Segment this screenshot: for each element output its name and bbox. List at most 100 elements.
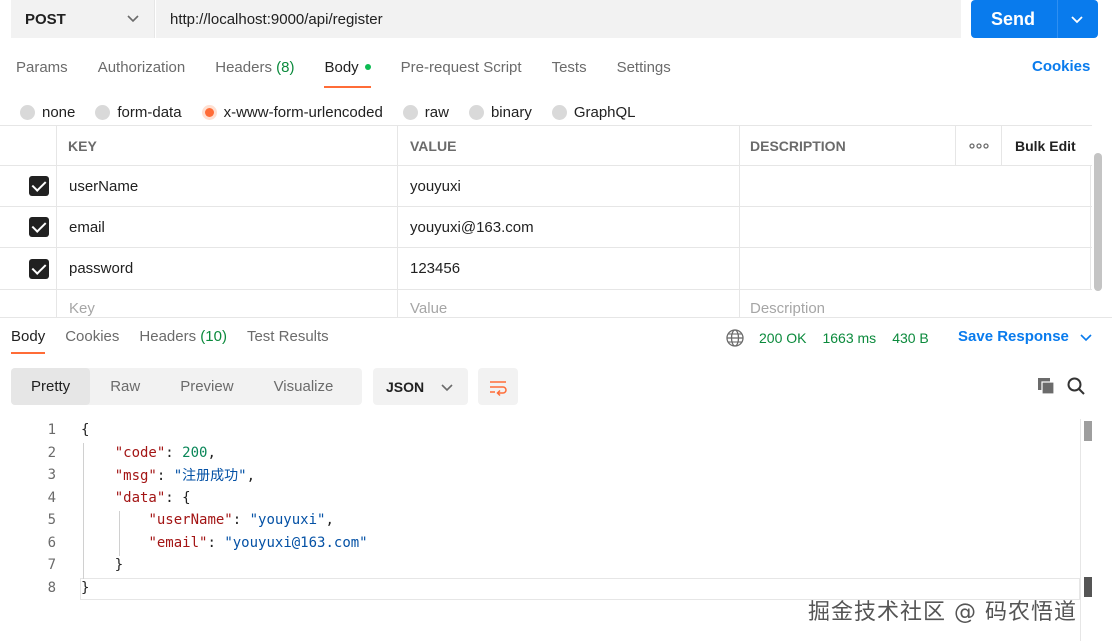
body-type-radio-group: none form-data x-www-form-urlencoded raw… bbox=[20, 104, 656, 121]
view-preview[interactable]: Preview bbox=[160, 368, 253, 405]
tab-pre-request-script[interactable]: Pre-request Script bbox=[401, 58, 522, 88]
method-label: POST bbox=[25, 10, 66, 28]
editor-scrollbar[interactable] bbox=[1084, 421, 1092, 441]
radio-button[interactable] bbox=[95, 105, 111, 120]
code-line: 4 "data": { bbox=[47, 490, 191, 506]
code-line: 5 "userName": "youyuxi", bbox=[47, 512, 334, 528]
code-line: 2 "code": 200, bbox=[47, 445, 216, 461]
divider bbox=[955, 126, 956, 166]
radio-raw[interactable]: raw bbox=[402, 104, 449, 121]
format-label: JSON bbox=[386, 378, 425, 395]
tab-authorization[interactable]: Authorization bbox=[98, 58, 186, 88]
url-text: http://localhost:9000/api/register bbox=[170, 10, 383, 28]
editor-scroll-marker bbox=[1084, 577, 1092, 597]
send-button[interactable]: Send bbox=[971, 0, 1098, 38]
column-header-value: VALUE bbox=[410, 137, 457, 154]
tab-tests[interactable]: Tests bbox=[552, 58, 587, 88]
headers-count: (8) bbox=[276, 59, 295, 76]
response-size[interactable]: 430 B bbox=[892, 330, 929, 346]
wrap-lines-button[interactable] bbox=[478, 368, 518, 405]
key-cell[interactable]: userName bbox=[69, 166, 138, 206]
table-row-empty: Key Value Description bbox=[0, 290, 1092, 318]
column-header-description: DESCRIPTION bbox=[750, 137, 846, 154]
view-visualize[interactable]: Visualize bbox=[254, 368, 354, 405]
column-header-key: KEY bbox=[68, 137, 97, 154]
tab-test-results[interactable]: Test Results bbox=[247, 328, 329, 352]
response-time[interactable]: 1663 ms bbox=[822, 330, 876, 346]
row-checkbox[interactable] bbox=[29, 248, 49, 289]
more-icon[interactable] bbox=[969, 126, 989, 165]
row-checkbox[interactable] bbox=[29, 166, 49, 206]
params-table: KEY VALUE DESCRIPTION Bulk Edit userName… bbox=[0, 125, 1092, 318]
response-view-tabs: Pretty Raw Preview Visualize bbox=[11, 368, 362, 405]
body-active-dot bbox=[364, 64, 371, 70]
radio-button[interactable] bbox=[551, 105, 567, 120]
radio-none[interactable]: none bbox=[20, 104, 75, 121]
checkbox-checked[interactable] bbox=[29, 258, 49, 279]
radio-button[interactable] bbox=[20, 105, 35, 120]
divider bbox=[397, 126, 398, 318]
key-cell[interactable]: password bbox=[69, 248, 133, 289]
code-line: 7 } bbox=[47, 557, 124, 573]
chevron-down-icon bbox=[1080, 333, 1092, 341]
view-raw[interactable]: Raw bbox=[90, 368, 160, 405]
row-checkbox[interactable] bbox=[29, 207, 49, 247]
watermark: 掘金技术社区 @ 码农悟道 bbox=[808, 600, 1077, 625]
radio-button[interactable] bbox=[402, 105, 418, 120]
search-icon[interactable] bbox=[1066, 376, 1086, 396]
radio-button[interactable] bbox=[468, 105, 484, 120]
tab-response-headers[interactable]: Headers (10) bbox=[139, 328, 227, 352]
send-label: Send bbox=[990, 8, 1035, 29]
editor-scroll-track bbox=[1080, 419, 1081, 641]
table-header-row: KEY VALUE DESCRIPTION Bulk Edit bbox=[0, 126, 1092, 166]
radio-button-selected[interactable] bbox=[201, 105, 217, 120]
chevron-down-icon bbox=[441, 384, 453, 392]
checkbox-checked[interactable] bbox=[29, 217, 49, 237]
request-tabs: Params Authorization Headers (8) Body Pr… bbox=[16, 58, 701, 88]
value-cell[interactable]: 123456 bbox=[410, 248, 460, 289]
wrap-lines-icon bbox=[490, 380, 507, 396]
code-line: 3 "msg": "注册成功", bbox=[47, 467, 256, 484]
tab-headers[interactable]: Headers (8) bbox=[215, 58, 294, 88]
response-status: 200 OK 1663 ms 430 B bbox=[725, 328, 945, 348]
bulk-edit-button[interactable]: Bulk Edit bbox=[1015, 126, 1076, 165]
radio-binary[interactable]: binary bbox=[468, 104, 532, 121]
section-divider bbox=[0, 317, 1112, 318]
value-cell[interactable]: youyuxi@163.com bbox=[410, 207, 534, 247]
view-pretty[interactable]: Pretty bbox=[11, 368, 91, 405]
status-code[interactable]: 200 OK bbox=[759, 330, 806, 346]
table-row: password 123456 bbox=[0, 248, 1092, 290]
table-row: email youyuxi@163.com bbox=[0, 207, 1092, 248]
code-line: 1{ bbox=[47, 422, 90, 438]
request-bar: POST http://localhost:9000/api/register … bbox=[10, 0, 1098, 38]
divider bbox=[739, 126, 740, 318]
response-headers-count: (10) bbox=[200, 328, 227, 345]
save-response-button[interactable]: Save Response bbox=[958, 328, 1093, 345]
cookies-link[interactable]: Cookies bbox=[1032, 58, 1090, 75]
tab-settings[interactable]: Settings bbox=[617, 58, 671, 88]
tab-body[interactable]: Body bbox=[324, 58, 371, 88]
divider bbox=[1001, 126, 1002, 166]
method-select[interactable]: POST bbox=[11, 0, 155, 38]
tab-response-body[interactable]: Body bbox=[11, 328, 46, 354]
divider bbox=[1090, 166, 1091, 290]
tab-response-cookies[interactable]: Cookies bbox=[65, 328, 119, 352]
divider bbox=[56, 126, 57, 318]
tab-params[interactable]: Params bbox=[16, 58, 68, 88]
value-cell[interactable]: youyuxi bbox=[410, 166, 461, 206]
chevron-down-icon[interactable] bbox=[1070, 12, 1084, 26]
checkbox-checked[interactable] bbox=[29, 176, 49, 196]
url-input[interactable]: http://localhost:9000/api/register bbox=[156, 0, 961, 38]
table-row: userName youyuxi bbox=[0, 166, 1092, 207]
copy-icon[interactable] bbox=[1036, 376, 1056, 396]
code-line: 6 "email": "youyuxi@163.com" bbox=[47, 535, 368, 551]
key-cell[interactable]: email bbox=[69, 207, 105, 247]
table-scrollbar[interactable] bbox=[1094, 153, 1102, 291]
globe-icon[interactable] bbox=[725, 328, 745, 348]
radio-graphql[interactable]: GraphQL bbox=[551, 104, 636, 121]
radio-form-data[interactable]: form-data bbox=[95, 104, 182, 121]
format-select[interactable]: JSON bbox=[373, 368, 468, 405]
send-divider bbox=[1057, 0, 1058, 38]
radio-urlencoded[interactable]: x-www-form-urlencoded bbox=[201, 104, 383, 121]
response-tabs: Body Cookies Headers (10) Test Results bbox=[11, 328, 349, 354]
